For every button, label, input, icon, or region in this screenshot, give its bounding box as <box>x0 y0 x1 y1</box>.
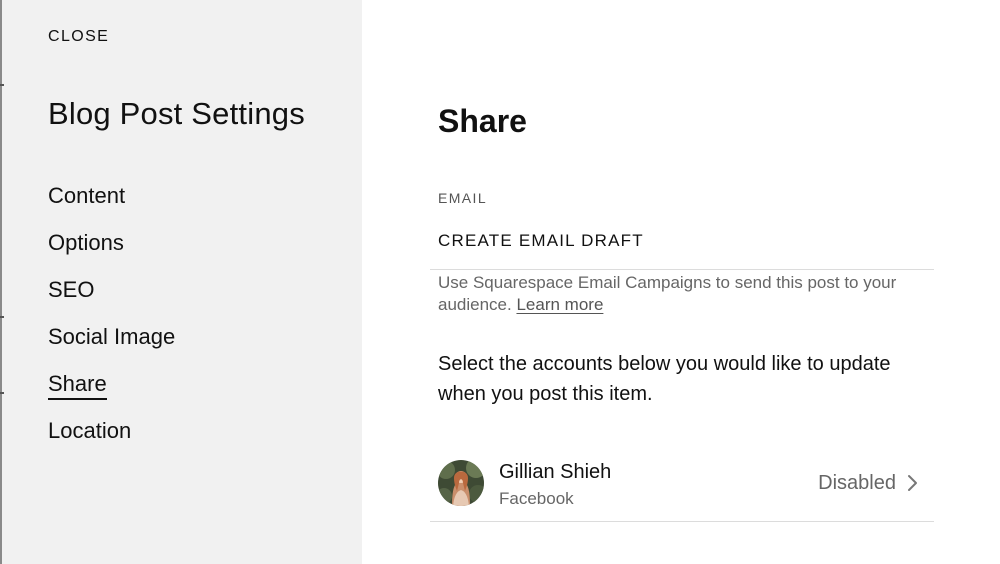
accounts-prompt: Select the accounts below you would like… <box>438 353 891 405</box>
page-title: Share <box>438 103 527 139</box>
nav-item-label: Content <box>48 183 126 208</box>
divider <box>430 269 934 270</box>
account-network: Facebook <box>499 489 574 508</box>
nav-item-label: Location <box>48 418 132 443</box>
account-name: Gillian Shieh <box>499 461 612 483</box>
nav-item-seo[interactable]: SEO <box>48 274 175 321</box>
nav-item-location[interactable]: Location <box>48 415 175 462</box>
edge-tick <box>0 84 4 86</box>
edge-tick <box>0 392 4 394</box>
email-help-text: Use Squarespace Email Campaigns to send … <box>438 272 928 316</box>
sidebar-edge <box>0 0 4 564</box>
nav-item-label: Share <box>48 370 107 400</box>
close-button[interactable]: CLOSE <box>48 28 109 46</box>
nav-item-label: Options <box>48 230 124 255</box>
nav-item-label: Social Image <box>48 324 176 349</box>
email-help-copy: Use Squarespace Email Campaigns to send … <box>438 273 897 314</box>
divider <box>430 521 934 522</box>
nav-item-options[interactable]: Options <box>48 227 175 274</box>
settings-nav: Content Options SEO Social Image Share L… <box>48 180 175 462</box>
settings-sidebar: CLOSE Blog Post Settings Content Options… <box>0 0 362 564</box>
nav-item-share[interactable]: Share <box>48 368 175 415</box>
email-section-label: EMAIL <box>438 190 488 206</box>
nav-item-content[interactable]: Content <box>48 180 175 227</box>
sidebar-title: Blog Post Settings <box>48 96 305 131</box>
avatar <box>438 460 484 506</box>
nav-item-social-image[interactable]: Social Image <box>48 321 175 368</box>
share-panel: Share EMAIL CREATE EMAIL DRAFT Use Squar… <box>362 0 1000 564</box>
profile-photo-icon <box>438 460 484 506</box>
create-email-draft-button[interactable]: CREATE EMAIL DRAFT <box>438 231 644 251</box>
account-status: Disabled <box>818 472 896 494</box>
chevron-right-icon <box>908 475 917 491</box>
edge-tick <box>0 316 4 318</box>
learn-more-link[interactable]: Learn more <box>516 295 603 314</box>
account-row[interactable]: Gillian Shieh Facebook Disabled <box>430 455 934 513</box>
nav-item-label: SEO <box>48 277 95 302</box>
